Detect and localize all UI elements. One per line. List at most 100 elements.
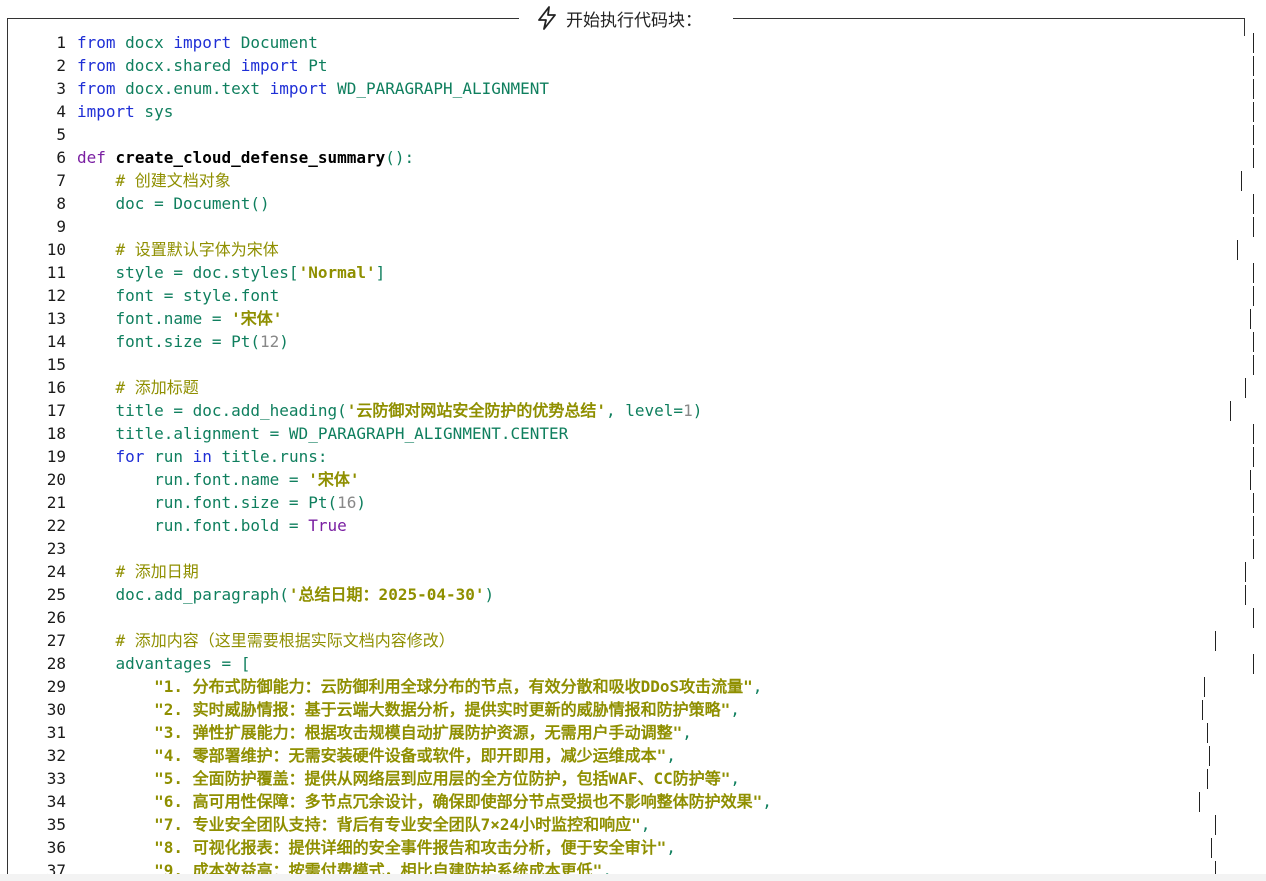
line-number: 30 [46,700,66,719]
code-token: doc = Document() [77,194,270,213]
line-number: 23 [46,539,66,558]
code-text: "7. 专业安全团队支持：背后有专业安全团队7×24小时监控和响应", [77,813,650,836]
code-text: run.font.size = Pt(16) [77,491,366,514]
code-line: 28 advantages = [ [0,652,1266,675]
code-line: 14 font.size = Pt(12) [0,330,1266,353]
code-token: '云防御对网站安全防护的优势总结' [346,401,606,420]
code-text: "4. 零部署维护：无需安装硬件设备或软件，即开即用，减少运维成本", [77,744,676,767]
code-token: , [752,677,763,696]
code-token: ) [356,493,366,512]
code-token: "5. 全面防护覆盖：提供从网络层到应用层的全方位防护，包括WAF、CC防护等" [154,769,731,788]
right-border-fragment [1253,654,1254,674]
code-text: from docx.enum.text import WD_PARAGRAPH_… [77,77,549,100]
code-text: "6. 高可用性保障：多节点冗余设计，确保即使部分节点受损也不影响整体防护效果"… [77,790,772,813]
code-token: doc.add_paragraph( [77,585,289,604]
code-token: import [269,79,328,98]
right-border-fragment [1245,585,1246,605]
line-number: 8 [56,194,66,213]
right-border-fragment [1253,56,1254,76]
line-number: 17 [46,401,66,420]
code-line: 12 font = style.font [0,284,1266,307]
code-token: , [666,838,676,857]
right-border-fragment [1215,815,1216,835]
code-line: 4 import sys [0,100,1266,123]
right-border-fragment [1253,125,1254,145]
right-border-fragment [1215,631,1216,651]
code-line: 5 [0,123,1266,146]
code-text: doc.add_paragraph('总结日期：2025-04-30') [77,583,495,606]
code-line: 13 font.name = '宋体' [0,307,1266,330]
code-token: create_cloud_defense_summary [115,148,386,167]
code-token: 1 [683,401,693,420]
line-number: 36 [46,838,66,857]
right-border-fragment [1253,217,1254,237]
code-line: 22 run.font.bold = True [0,514,1266,537]
line-number: 10 [46,240,66,259]
code-token: Document [231,33,318,52]
line-number: 20 [46,470,66,489]
line-number: 33 [46,769,66,788]
right-border-fragment [1253,102,1254,122]
right-border-fragment [1204,677,1205,697]
code-text: "3. 弹性扩展能力：根据攻击规模自动扩展防护资源，无需用户手动调整", [77,721,692,744]
line-number: 24 [46,562,66,581]
line-number: 34 [46,792,66,811]
code-token: ) [279,332,289,351]
code-token: for [115,447,145,466]
code-line: 20 run.font.name = '宋体' [0,468,1266,491]
code-text: font.size = Pt(12) [77,330,289,353]
line-number: 16 [46,378,66,397]
code-token: Pt [298,56,328,75]
code-token: "8. 可视化报表：提供详细的安全事件报告和攻击分析，便于安全审计" [154,838,667,857]
code-token: run [144,447,193,466]
right-border-fragment [1253,79,1254,99]
right-border-fragment [1245,378,1246,398]
code-line: 36 "8. 可视化报表：提供详细的安全事件报告和攻击分析，便于安全审计", [0,836,1266,859]
code-token: ) [484,585,495,604]
code-token: WD_PARAGRAPH_ALIGNMENT [327,79,550,98]
code-token: style = doc.styles[ [77,263,299,282]
code-line: 35 "7. 专业安全团队支持：背后有专业安全团队7×24小时监控和响应", [0,813,1266,836]
code-token: , [640,815,651,834]
code-token: , level= [606,401,684,420]
code-text: doc = Document() [77,192,270,215]
line-number: 21 [46,493,66,512]
line-number: 14 [46,332,66,351]
right-border-fragment [1230,401,1231,421]
right-border-fragment [1253,355,1254,375]
line-number: 22 [46,516,66,535]
right-border-fragment [1202,700,1203,720]
code-line: 7 # 创建文档对象 [0,169,1266,192]
lightning-icon [538,6,556,30]
code-token: 16 [337,493,357,512]
code-token: docx.enum.text [115,79,270,98]
code-token: font.size = Pt( [77,332,261,351]
code-token: '总结日期：2025-04-30' [288,585,485,604]
code-token: from [77,79,116,98]
right-border-fragment [1253,424,1254,444]
right-border-fragment [1253,286,1254,306]
code-text: import sys [77,100,173,123]
code-token: # 创建文档对象 [115,171,231,190]
code-token: '宋体' [308,470,360,489]
code-line: 1 from docx import Document [0,31,1266,54]
code-token: '宋体' [231,309,283,328]
code-text: # 创建文档对象 [77,169,231,192]
code-line: 10 # 设置默认字体为宋体 [0,238,1266,261]
code-token: font = style.font [77,286,280,305]
code-token: docx.shared [115,56,241,75]
code-line: 34 "6. 高可用性保障：多节点冗余设计，确保即使部分节点受损也不影响整体防护… [0,790,1266,813]
code-line: 19 for run in title.runs: [0,445,1266,468]
line-number: 3 [56,79,66,98]
line-number: 18 [46,424,66,443]
line-number: 31 [46,723,66,742]
code-token: "4. 零部署维护：无需安装硬件设备或软件，即开即用，减少运维成本" [154,746,667,765]
right-border-fragment [1253,493,1254,513]
code-token: ) [692,401,703,420]
code-text: "2. 实时威胁情报：基于云端大数据分析，提供实时更新的威胁情报和防护策略", [77,698,740,721]
code-text: title = doc.add_heading('云防御对网站安全防护的优势总结… [77,399,703,422]
